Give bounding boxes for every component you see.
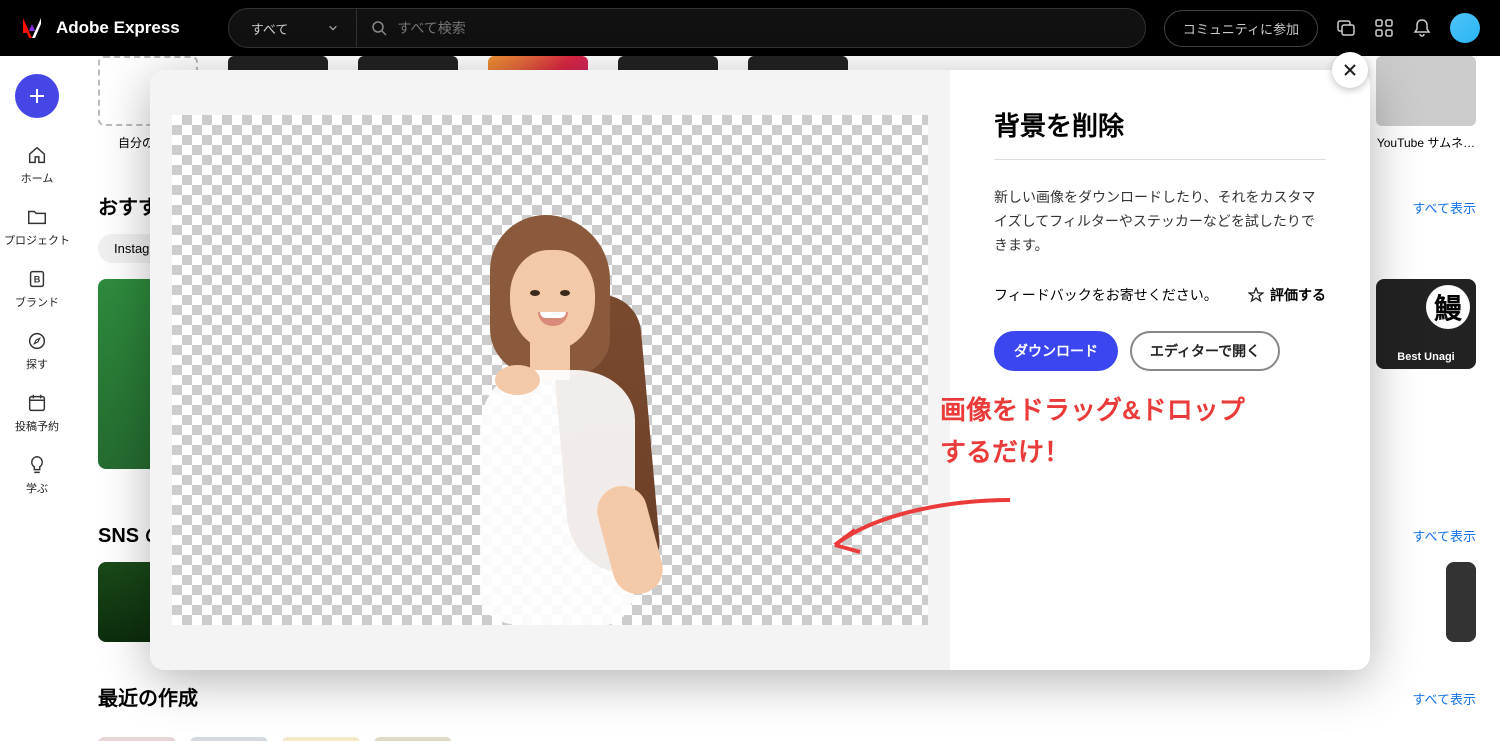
modal-preview-area[interactable] [150,70,950,670]
sidebar-item-label: 学ぶ [26,480,48,496]
search-input[interactable] [397,20,1130,36]
chat-icon[interactable] [1336,18,1356,38]
section-title-recommend: おすす [98,191,158,220]
sidebar-item-learn[interactable]: 学ぶ [0,446,74,504]
lightbulb-icon [26,454,48,476]
search-scope-label: すべて [251,19,289,38]
sidebar-item-schedule[interactable]: 投稿予約 [0,384,74,442]
sidebar-item-label: 探す [26,356,48,372]
template-youtube[interactable]: YouTube サムネ… [1376,56,1476,151]
calendar-icon [26,392,48,414]
open-in-editor-button[interactable]: エディターで開く [1130,331,1280,371]
adobe-logo-icon [20,16,44,40]
sidebar-item-home[interactable]: ホーム [0,136,74,194]
template-card[interactable] [98,562,158,642]
download-button[interactable]: ダウンロード [994,331,1118,371]
recent-row [98,737,1476,741]
apps-grid-icon[interactable] [1374,18,1394,38]
search-input-wrap [357,20,1144,36]
notifications-icon[interactable] [1412,18,1432,38]
modal-description: 新しい画像をダウンロードしたり、それをカスタマイズしてフィルターやステッカーなど… [994,186,1326,257]
rate-link[interactable]: 評価する [1248,285,1326,305]
folder-icon [26,206,48,228]
star-icon [1248,287,1264,303]
search-icon [371,20,387,36]
brand-name: Adobe Express [56,18,180,38]
view-all-link[interactable]: すべて表示 [1412,526,1476,545]
sidebar-item-label: プロジェクト [4,232,70,248]
modal-close-button[interactable] [1332,52,1368,88]
sidebar-item-projects[interactable]: プロジェクト [0,198,74,256]
sidebar: ホーム プロジェクト B ブランド 探す 投稿予約 学ぶ [0,56,74,741]
search-bar: すべて [228,8,1146,48]
unagi-caption: Best Unagi [1397,351,1454,363]
template-card[interactable] [1446,562,1476,642]
join-community-button[interactable]: コミュニティに参加 [1164,10,1318,47]
person-cutout [440,195,660,625]
rate-label: 評価する [1270,285,1326,305]
home-icon [26,144,48,166]
template-thumb [1376,56,1476,126]
sidebar-item-label: ホーム [21,170,54,186]
compass-icon [26,330,48,352]
transparent-checker [172,115,928,625]
sidebar-item-label: 投稿予約 [15,418,59,434]
top-bar: Adobe Express すべて コミュニティに参加 [0,0,1500,56]
recent-card[interactable] [98,737,176,741]
modal-title: 背景を削除 [994,106,1326,143]
unagi-badge: 鰻 [1426,285,1470,329]
user-avatar[interactable] [1450,13,1480,43]
svg-text:B: B [34,275,41,285]
brand-icon: B [26,268,48,290]
brand-logo[interactable]: Adobe Express [20,16,180,40]
view-all-link[interactable]: すべて表示 [1412,689,1476,708]
plus-icon [27,86,47,106]
sidebar-item-label: ブランド [15,294,59,310]
modal-sidebar: 背景を削除 新しい画像をダウンロードしたり、それをカスタマイズしてフィルターやス… [950,70,1370,670]
chevron-down-icon [328,23,338,33]
template-label: YouTube サムネ… [1377,134,1475,151]
recent-card[interactable] [282,737,360,741]
section-title-recent: 最近の作成 [98,682,198,711]
sidebar-item-explore[interactable]: 探す [0,322,74,380]
feedback-prompt: フィードバックをお寄せください。 [994,285,1218,305]
sidebar-item-brand[interactable]: B ブランド [0,260,74,318]
close-icon [1342,62,1358,78]
recent-card[interactable] [374,737,452,741]
divider [994,159,1326,160]
template-card[interactable]: 鰻 Best Unagi [1376,279,1476,369]
view-all-link[interactable]: すべて表示 [1412,198,1476,217]
remove-background-modal: 背景を削除 新しい画像をダウンロードしたり、それをカスタマイズしてフィルターやス… [150,70,1370,670]
new-button[interactable] [15,74,59,118]
search-scope-select[interactable]: すべて [229,9,358,47]
recent-card[interactable] [190,737,268,741]
